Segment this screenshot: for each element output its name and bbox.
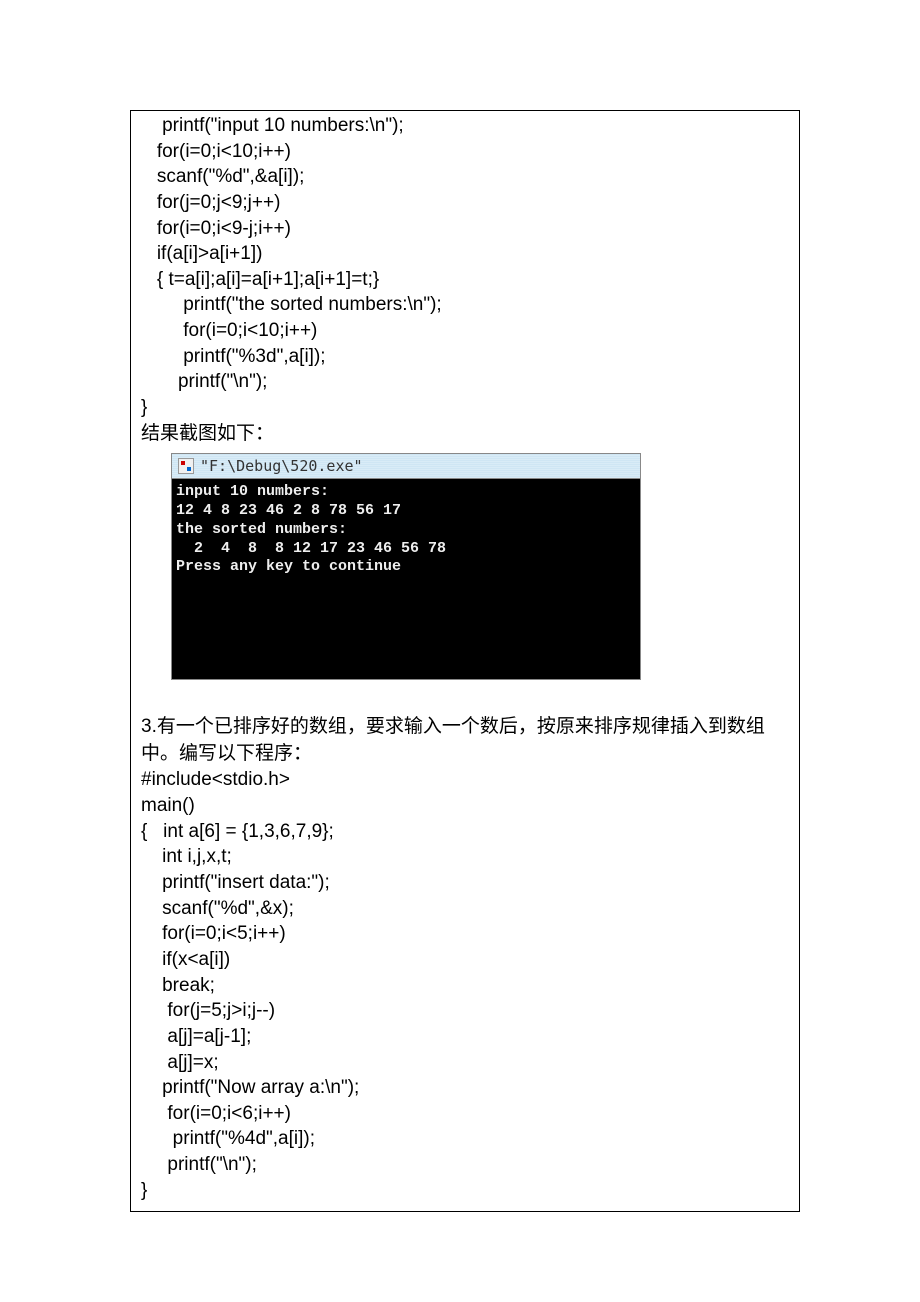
code-block-2: #include<stdio.h> main() { int a[6] = {1… [141, 767, 789, 1203]
console-app-icon [178, 458, 194, 474]
content-box: printf("input 10 numbers:\n"); for(i=0;i… [130, 110, 800, 1212]
console-line: 2 4 8 8 12 17 23 46 56 78 [176, 540, 446, 557]
spacer [141, 690, 789, 714]
problem-3-text: 3.有一个已排序好的数组，要求输入一个数后，按原来排序规律插入到数组中。编写以下… [141, 714, 789, 767]
result-caption: 结果截图如下： [141, 421, 789, 448]
console-title: "F:\Debug\520.exe" [200, 457, 363, 475]
console-line: the sorted numbers: [176, 521, 347, 538]
console-titlebar: "F:\Debug\520.exe" [172, 454, 640, 479]
console-line: input 10 numbers: [176, 483, 329, 500]
console-body: input 10 numbers: 12 4 8 23 46 2 8 78 56… [172, 479, 640, 679]
console-window: "F:\Debug\520.exe" input 10 numbers: 12 … [171, 453, 641, 680]
page: printf("input 10 numbers:\n"); for(i=0;i… [0, 0, 920, 1272]
code-block-1: printf("input 10 numbers:\n"); for(i=0;i… [141, 113, 789, 421]
console-line: Press any key to continue [176, 558, 401, 575]
console-line: 12 4 8 23 46 2 8 78 56 17 [176, 502, 401, 519]
